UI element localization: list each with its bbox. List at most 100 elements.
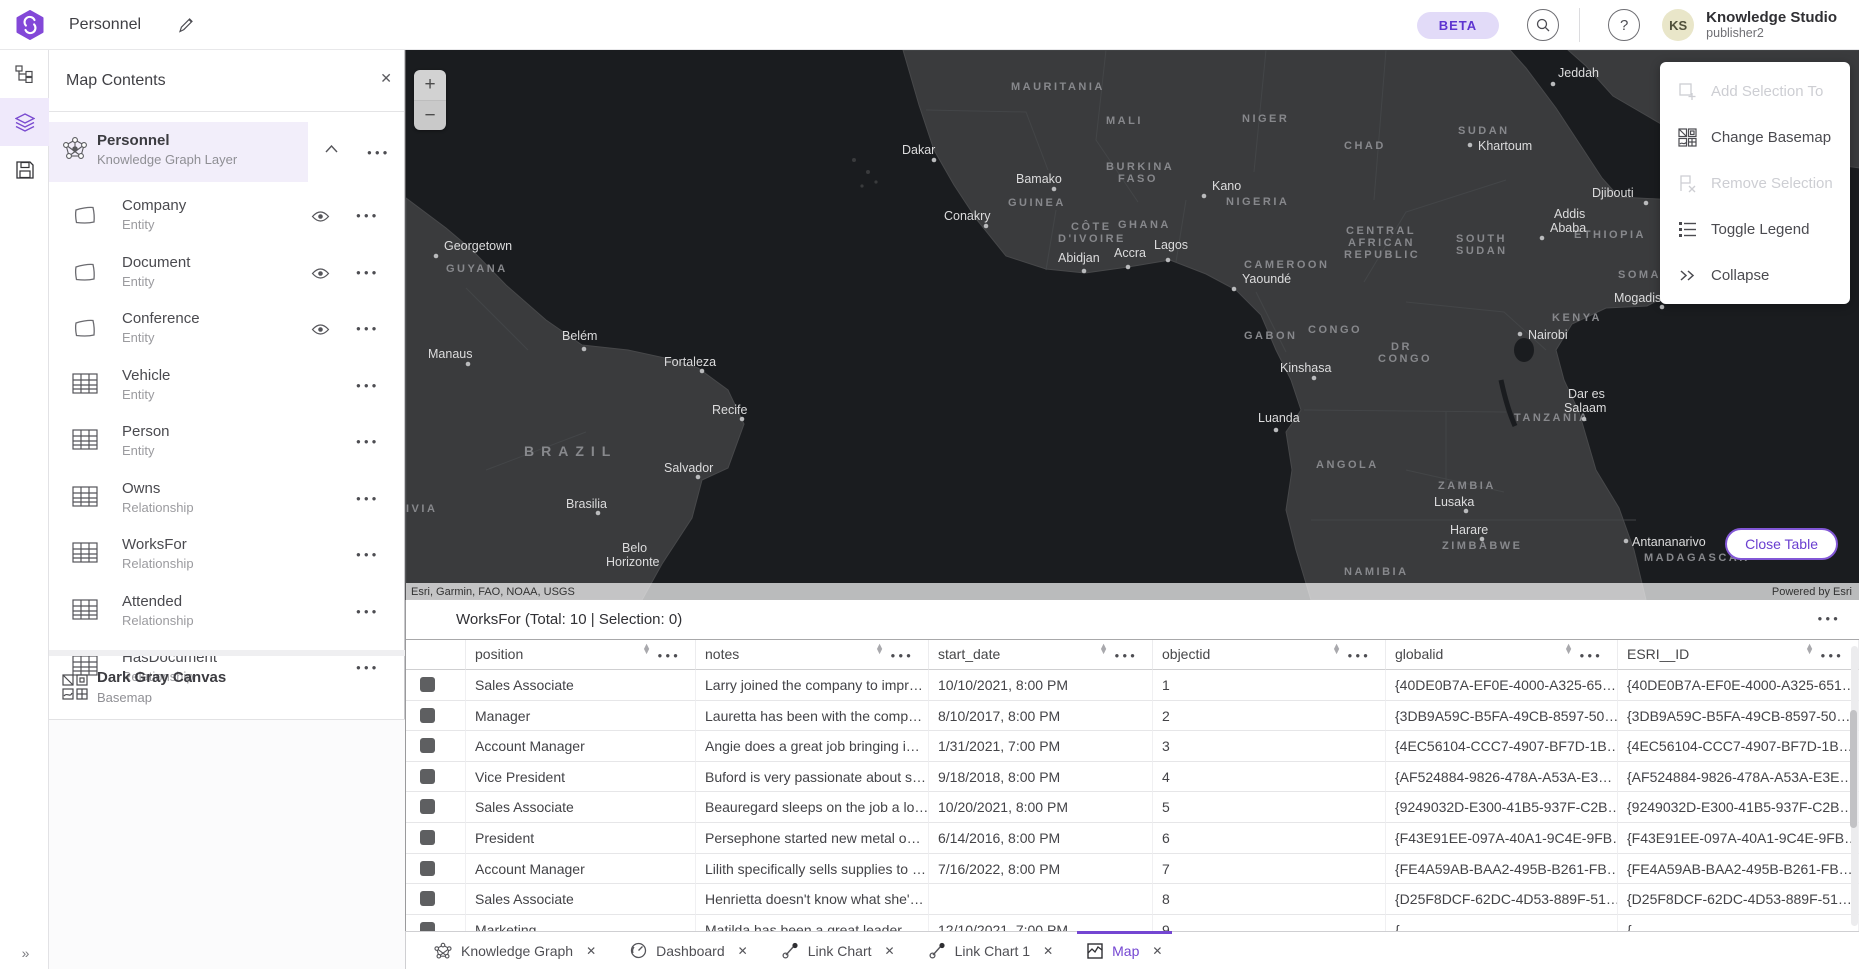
column-header-globalid[interactable]: globalid▲▼●●● [1386,640,1618,670]
column-header-esri__id[interactable]: ESRI__ID▲▼●●● [1618,640,1859,670]
tab-dashboard[interactable]: Dashboard✕ [620,932,758,969]
rail-save-button[interactable] [0,146,49,194]
table-cell[interactable]: {FE4A59AB-BAA2-495B-B261-FB… [1386,854,1618,885]
table-cell[interactable]: {9249032D-E300-41B5-937F-C2B… [1386,792,1618,823]
table-cell[interactable]: {40DE0B7A-EF0E-4000-A325-65… [1386,670,1618,701]
table-cell[interactable]: 10/20/2021, 8:00 PM [929,792,1153,823]
table-cell[interactable]: 9 [1153,915,1386,931]
table-cell[interactable] [929,884,1153,915]
zoom-in-button[interactable]: + [414,70,446,100]
sort-icon[interactable]: ▲▼ [1805,644,1814,654]
table-cell[interactable]: 4 [1153,762,1386,793]
sort-icon[interactable]: ▲▼ [1564,644,1573,654]
table-cell[interactable]: {AF524884-9826-478A-A53A-E3E… [1618,762,1859,793]
table-cell[interactable]: Lauretta has been with the comp… [696,701,929,732]
row-checkbox[interactable] [420,738,435,753]
table-cell[interactable]: 7 [1153,854,1386,885]
sort-icon[interactable]: ▲▼ [1332,644,1341,654]
table-cell[interactable]: {9249032D-E300-41B5-937F-C2B… [1618,792,1859,823]
table-cell[interactable]: {D25F8DCF-62DC-4D53-889F-51… [1386,884,1618,915]
table-cell[interactable]: Sales Associate [466,884,696,915]
table-scrollbar-thumb[interactable] [1850,710,1857,828]
layer-options-icon[interactable]: ●●● [356,381,380,390]
row-checkbox[interactable] [420,799,435,814]
menu-item-collapse[interactable]: Collapse [1660,252,1850,298]
table-cell[interactable]: {… [1386,915,1618,931]
zoom-out-button[interactable]: − [414,100,446,130]
visibility-eye-icon[interactable] [311,210,330,228]
sort-icon[interactable]: ▲▼ [1099,644,1108,654]
table-cell[interactable]: {F43E91EE-097A-40A1-9C4E-9FB… [1386,823,1618,854]
column-header-start_date[interactable]: start_date▲▼●●● [929,640,1153,670]
column-options-icon[interactable]: ●●● [1115,641,1139,670]
row-checkbox[interactable] [420,891,435,906]
table-cell[interactable]: {… [1618,915,1859,931]
column-options-icon[interactable]: ●●● [1580,641,1604,670]
layer-options-icon[interactable]: ●●● [356,550,380,559]
tab-knowledge-graph[interactable]: Knowledge Graph✕ [424,932,606,969]
table-cell[interactable]: {FE4A59AB-BAA2-495B-B261-FB… [1618,854,1859,885]
close-tab-icon[interactable]: ✕ [885,944,895,958]
tab-map[interactable]: Map✕ [1077,932,1172,969]
table-cell[interactable]: {F43E91EE-097A-40A1-9C4E-9FB… [1618,823,1859,854]
rail-project-structure-button[interactable] [0,50,49,98]
row-checkbox[interactable] [420,708,435,723]
column-options-icon[interactable]: ●●● [658,641,682,670]
basemap-row[interactable]: Dark Gray Canvas Basemap [49,656,405,720]
layer-row-vehicle[interactable]: VehicleEntity●●● [49,358,405,414]
table-cell[interactable]: Sales Associate [466,792,696,823]
layer-options-icon[interactable]: ●●● [356,607,380,616]
table-cell[interactable]: 6 [1153,823,1386,854]
layer-row-conference[interactable]: ConferenceEntity●●● [49,301,405,357]
edit-title-icon[interactable] [177,16,195,34]
layer-options-icon[interactable]: ●●● [356,437,380,446]
table-cell[interactable]: Henrietta doesn't know what she'… [696,884,929,915]
column-header-notes[interactable]: notes▲▼●●● [696,640,929,670]
table-cell[interactable]: Beauregard sleeps on the job a lo… [696,792,929,823]
table-cell[interactable]: {D25F8DCF-62DC-4D53-889F-51… [1618,884,1859,915]
row-checkbox[interactable] [420,677,435,692]
layer-row-company[interactable]: CompanyEntity●●● [49,188,405,244]
row-checkbox[interactable] [420,830,435,845]
visibility-eye-icon[interactable] [311,323,330,341]
table-cell[interactable]: {3DB9A59C-B5FA-49CB-8597-50… [1386,701,1618,732]
column-header-objectid[interactable]: objectid▲▼●●● [1153,640,1386,670]
table-options-icon[interactable]: ●●● [1818,614,1842,623]
layer-row-owns[interactable]: OwnsRelationship●●● [49,471,405,527]
close-panel-icon[interactable]: ✕ [380,70,392,87]
sort-icon[interactable]: ▲▼ [642,644,651,654]
table-cell[interactable]: Angie does a great job bringing i… [696,731,929,762]
map-view[interactable]: MAURITANIAMALINIGERSUDANCHADBURKINAFASOG… [405,50,1859,600]
table-cell[interactable]: 1 [1153,670,1386,701]
table-cell[interactable]: {40DE0B7A-EF0E-4000-A325-651… [1618,670,1859,701]
sort-icon[interactable]: ▲▼ [875,644,884,654]
table-cell[interactable]: 5 [1153,792,1386,823]
column-options-icon[interactable]: ●●● [1821,641,1845,670]
table-cell[interactable]: Lilith specifically sells supplies to … [696,854,929,885]
table-cell[interactable]: Vice President [466,762,696,793]
row-checkbox[interactable] [420,861,435,876]
rail-layers-button[interactable] [0,98,49,146]
close-tab-icon[interactable]: ✕ [586,944,596,958]
close-tab-icon[interactable]: ✕ [738,944,748,958]
row-checkbox[interactable] [420,769,435,784]
tab-link-chart-1[interactable]: Link Chart 1✕ [919,932,1064,969]
group-options-icon[interactable]: ●●● [367,148,391,157]
table-cell[interactable]: President [466,823,696,854]
column-header-position[interactable]: position▲▼●●● [466,640,696,670]
table-cell[interactable]: 9/18/2018, 8:00 PM [929,762,1153,793]
table-cell[interactable]: Matilda has been a great leader… [696,915,929,931]
table-cell[interactable]: 3 [1153,731,1386,762]
tab-link-chart[interactable]: Link Chart✕ [772,932,905,969]
collapse-group-icon[interactable] [325,145,338,153]
table-cell[interactable]: Buford is very passionate about s… [696,762,929,793]
table-cell[interactable]: {4EC56104-CCC7-4907-BF7D-1B… [1618,731,1859,762]
layer-options-icon[interactable]: ●●● [356,494,380,503]
layer-options-icon[interactable]: ●●● [356,268,380,277]
table-cell[interactable]: {3DB9A59C-B5FA-49CB-8597-50… [1618,701,1859,732]
table-cell[interactable]: Manager [466,701,696,732]
user-avatar[interactable]: KS [1662,9,1694,41]
table-cell[interactable]: Account Manager [466,854,696,885]
table-cell[interactable]: Sales Associate [466,670,696,701]
layer-options-icon[interactable]: ●●● [356,211,380,220]
